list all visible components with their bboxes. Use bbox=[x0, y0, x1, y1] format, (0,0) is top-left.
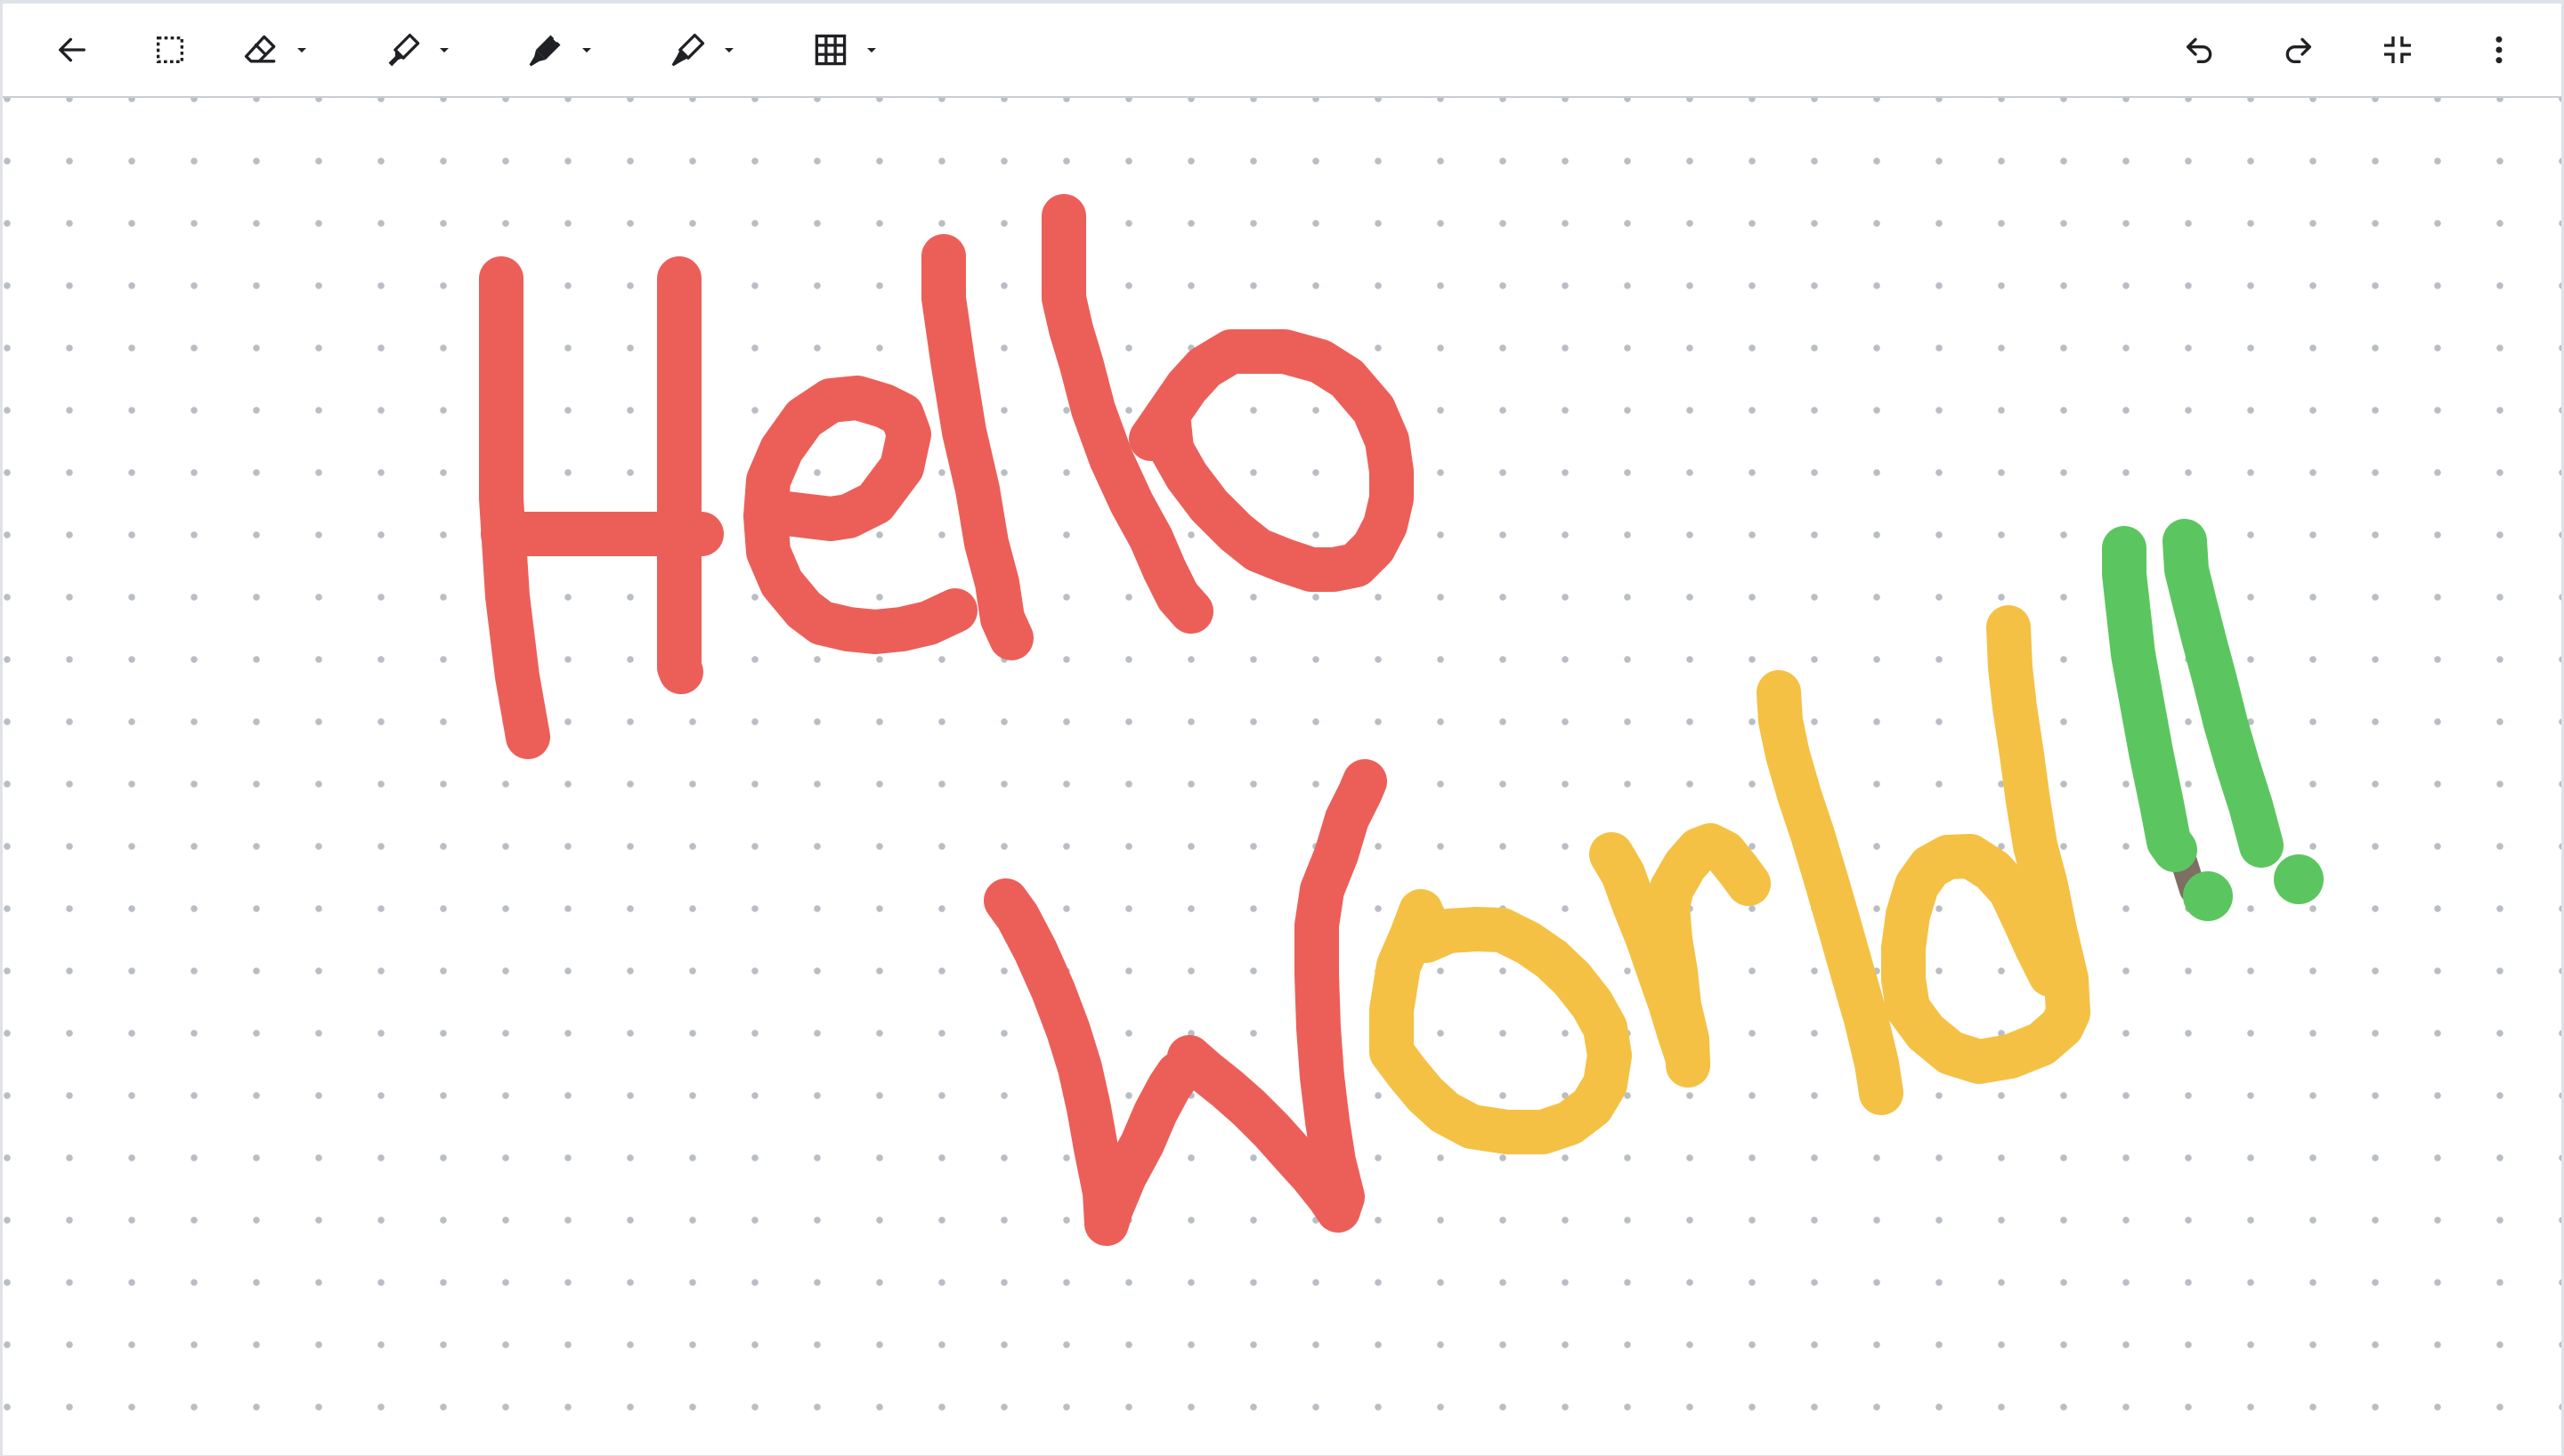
grid-icon bbox=[815, 34, 847, 66]
select-tool-button[interactable] bbox=[143, 23, 197, 77]
letter-l3-stroke bbox=[1757, 670, 1903, 1115]
chevron-down-icon[interactable] bbox=[434, 39, 455, 61]
marker-icon bbox=[529, 35, 561, 67]
arrow-left-icon bbox=[59, 37, 86, 62]
highlighter-icon bbox=[671, 33, 705, 67]
more-vert-icon bbox=[2495, 36, 2503, 64]
exclamation2-dot bbox=[2274, 854, 2324, 904]
letter-o2-stroke bbox=[1369, 889, 1632, 1154]
letter-h-right-stroke bbox=[657, 256, 703, 694]
chevron-down-icon[interactable] bbox=[861, 39, 882, 61]
app-window bbox=[0, 0, 2564, 1456]
ink-layer bbox=[479, 194, 2324, 1246]
more-options-button[interactable] bbox=[2472, 23, 2526, 77]
back-button[interactable] bbox=[45, 23, 99, 77]
chevron-down-icon[interactable] bbox=[718, 39, 740, 61]
pen-icon bbox=[388, 33, 420, 67]
letter-h-left-stroke bbox=[479, 256, 550, 759]
letter-o-stroke bbox=[1129, 329, 1414, 592]
exclamation1-stroke bbox=[2102, 526, 2197, 872]
highlighter-tool-button[interactable] bbox=[669, 23, 767, 77]
undo-button[interactable] bbox=[2173, 23, 2227, 77]
letter-w-stroke bbox=[984, 759, 1387, 1246]
drawing-canvas[interactable] bbox=[3, 98, 2561, 1455]
world-strokes bbox=[1369, 605, 2090, 1154]
exit-fullscreen-icon bbox=[2384, 36, 2411, 63]
background-tool-button[interactable] bbox=[811, 23, 909, 77]
hello-strokes bbox=[479, 194, 1414, 1246]
letter-e-stroke bbox=[743, 376, 978, 654]
letter-d-stroke bbox=[1881, 605, 2090, 1084]
dashed-selection-icon bbox=[157, 36, 183, 63]
undo-icon bbox=[2187, 37, 2212, 64]
exclamation2-stroke bbox=[2162, 519, 2284, 868]
redo-button[interactable] bbox=[2271, 23, 2325, 77]
marker-tool-button[interactable] bbox=[526, 23, 624, 77]
exclamation1-dot bbox=[2183, 871, 2233, 921]
letter-r-stroke bbox=[1589, 823, 1771, 1088]
chevron-down-icon[interactable] bbox=[576, 39, 597, 61]
eraser-tool-button[interactable] bbox=[241, 23, 339, 77]
exclamation-strokes bbox=[2102, 519, 2324, 921]
redo-icon bbox=[2285, 37, 2311, 64]
eraser-icon bbox=[244, 35, 276, 63]
pen-tool-button[interactable] bbox=[384, 23, 482, 77]
chevron-down-icon[interactable] bbox=[291, 39, 312, 61]
toolbar bbox=[3, 4, 2561, 98]
letter-l1-stroke bbox=[921, 234, 1034, 660]
exit-fullscreen-button[interactable] bbox=[2371, 23, 2424, 77]
